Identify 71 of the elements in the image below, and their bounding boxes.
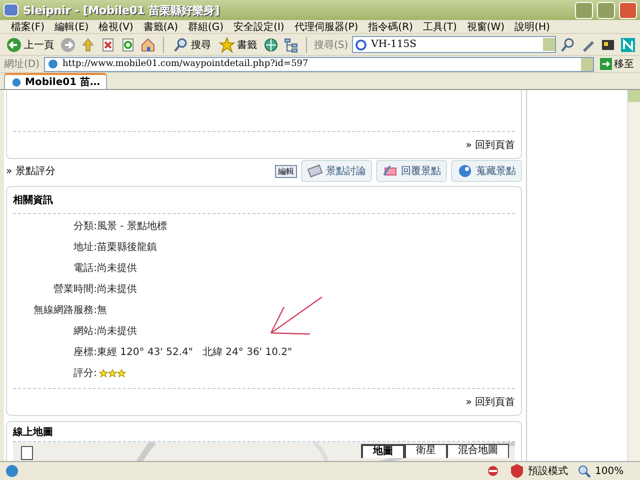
star-icon xyxy=(219,36,235,52)
back-button[interactable]: 上一頁 xyxy=(4,36,56,52)
home-icon[interactable] xyxy=(140,36,156,52)
shield-icon xyxy=(509,463,525,479)
field-value: 尚未提供 xyxy=(97,283,138,296)
edit-button[interactable]: 編輯 xyxy=(275,164,297,178)
menu-item[interactable]: 說明(H) xyxy=(510,20,555,34)
menu-item[interactable]: 工具(T) xyxy=(418,20,462,34)
field-value: 東經 120° 43' 52.4" 北緯 24° 36' 10.2" xyxy=(97,346,294,359)
search-icon xyxy=(173,36,189,52)
menu-item[interactable]: 編輯(E) xyxy=(50,20,94,34)
bookmarks-button[interactable]: 書籤 xyxy=(217,36,259,52)
field-label: 營業時間: xyxy=(52,283,97,296)
field-label: 地址: xyxy=(72,241,97,254)
search-label: 搜尋(S) xyxy=(314,38,348,52)
app-icon xyxy=(3,2,19,18)
field-label: 網站: xyxy=(72,325,97,338)
field-label: 電話: xyxy=(72,262,97,275)
card-title: 線上地圖 xyxy=(13,426,54,440)
arrow-icon xyxy=(600,58,612,70)
field-value: 苗栗縣後龍鎮 xyxy=(97,241,158,254)
menu-item[interactable]: 檔案(F) xyxy=(6,20,50,34)
zoom-status[interactable]: 100% xyxy=(576,463,636,479)
stop-icon[interactable] xyxy=(100,36,116,52)
search-button[interactable]: 搜尋 xyxy=(171,36,213,52)
menu-item[interactable]: 群組(G) xyxy=(183,20,229,34)
field-value: 尚未提供 xyxy=(97,262,138,275)
action-button[interactable]: 回覆景點 xyxy=(376,160,447,182)
menu-item[interactable]: 書籤(A) xyxy=(138,20,183,34)
up-arrow-icon[interactable] xyxy=(80,36,96,52)
page-icon xyxy=(46,58,59,70)
menu-item[interactable]: 指令碼(R) xyxy=(363,20,418,34)
window-title: Sleipnir - [Mobile01 苗栗縣好樂身] xyxy=(23,2,221,18)
tree-icon[interactable] xyxy=(283,36,299,52)
action-button[interactable]: 景點討論 xyxy=(301,160,372,182)
map-type-button[interactable]: 地圖 xyxy=(361,444,405,458)
field-label: 座標: xyxy=(72,346,97,359)
forward-icon[interactable] xyxy=(60,36,76,52)
refresh-icon[interactable] xyxy=(120,36,136,52)
search-field[interactable]: VH-115S xyxy=(352,36,556,53)
mode-status[interactable]: 預設模式 xyxy=(509,463,568,479)
card-title: 相關資訊 xyxy=(13,194,54,208)
menu-item[interactable]: 安全設定(I) xyxy=(228,20,290,34)
field-label: 無線網路服務: xyxy=(32,304,97,317)
map-type-button[interactable]: 衛星 xyxy=(405,444,447,458)
go-button[interactable]: 移至 xyxy=(598,57,636,71)
browser-tab[interactable]: Mobile01 苗… xyxy=(4,73,108,89)
note-icon xyxy=(307,163,323,179)
back-icon xyxy=(6,36,22,52)
zoom-icon xyxy=(576,463,592,479)
field-value: 無 xyxy=(97,304,108,317)
minimize-button[interactable] xyxy=(575,2,593,18)
back-to-top-link[interactable]: » 回到頁首 xyxy=(466,136,515,154)
search-icon[interactable] xyxy=(560,36,576,52)
section-label: » 景點評分 xyxy=(6,164,56,178)
menu-item[interactable]: 檢視(V) xyxy=(94,20,138,34)
field-value: 風景 - 景點地標 xyxy=(97,220,168,233)
back-to-top-link[interactable]: » 回到頁首 xyxy=(466,393,515,411)
field-label: 分類: xyxy=(72,220,97,233)
field-label: 評分: xyxy=(72,367,97,380)
field-value: 尚未提供 xyxy=(97,325,138,338)
action-button[interactable]: 蒐藏景點 xyxy=(451,160,522,182)
search-engine-icon[interactable] xyxy=(355,38,368,50)
page-icon xyxy=(11,76,22,88)
map-type-button[interactable]: 混合地圖 xyxy=(447,444,509,458)
maximize-button[interactable] xyxy=(597,2,615,18)
menu-item[interactable]: 代理伺服器(P) xyxy=(289,20,364,34)
address-label: 網址(D) xyxy=(4,58,40,71)
address-field[interactable]: http://www.mobile01.com/waypointdetail.php?id=597 xyxy=(44,56,594,72)
menu-item[interactable]: 視窗(W) xyxy=(462,20,510,34)
close-button[interactable] xyxy=(619,2,637,18)
